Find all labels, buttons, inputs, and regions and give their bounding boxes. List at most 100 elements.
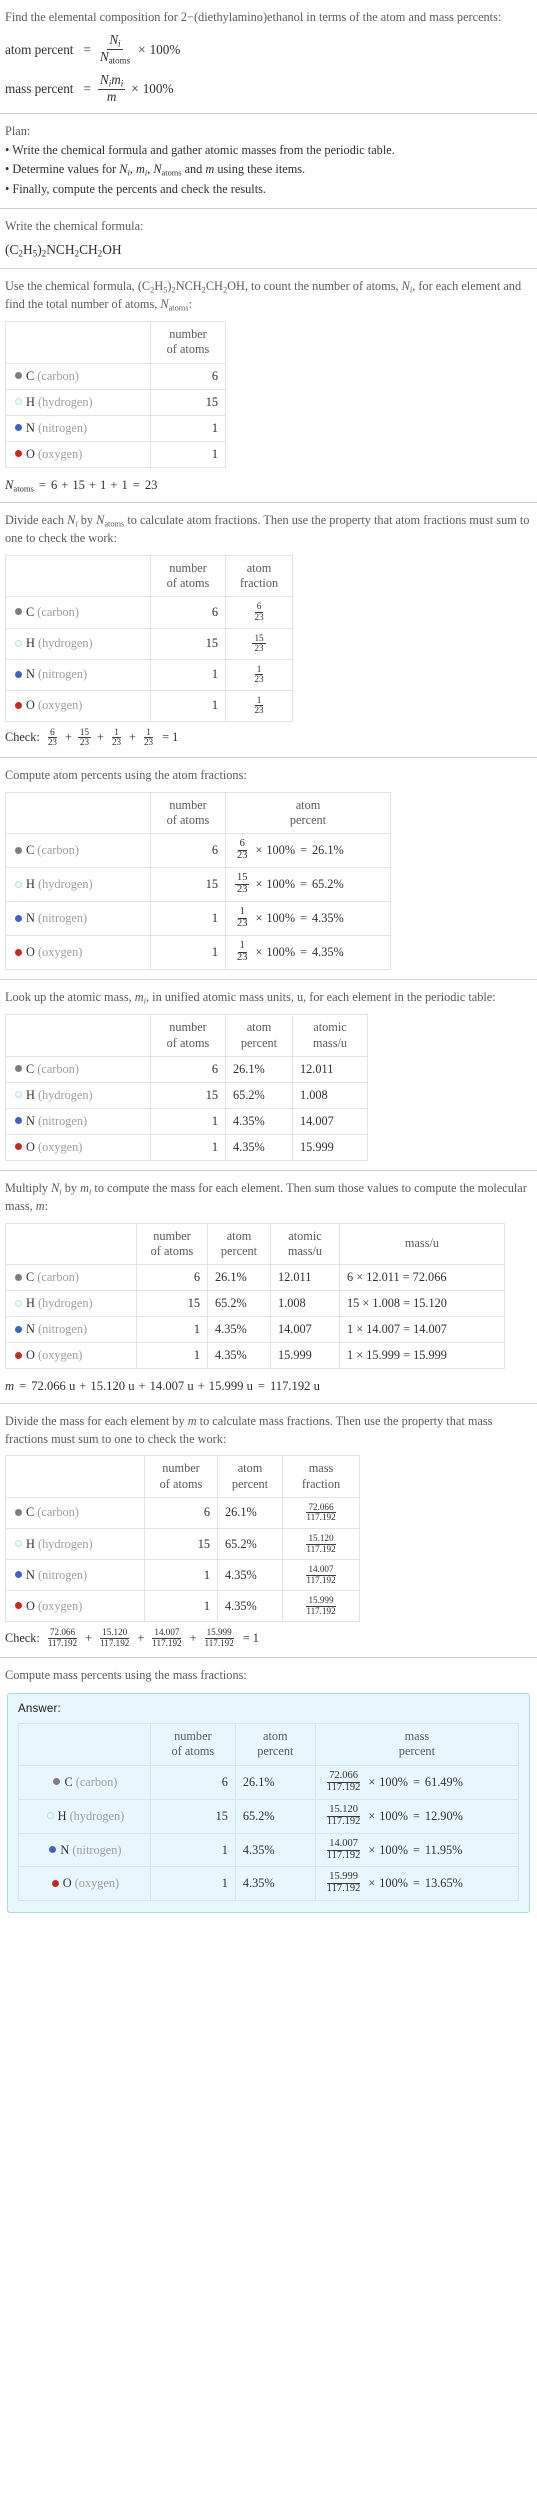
- equals-sign: =: [300, 945, 308, 959]
- atom-percent-calc-o: 1 23 × 100% = 4.35%: [225, 935, 391, 970]
- table-row: N (nitrogen) 1 4.35% 14.007 117.192: [5, 1559, 360, 1592]
- mass-table: number of atoms atom percent atomic mass…: [5, 1222, 505, 1370]
- fraction: 15.120 117.192: [100, 1627, 130, 1648]
- plus-sign: +: [79, 1379, 87, 1394]
- table-row: N (nitrogen) 1 4.35% 14.007: [5, 1107, 368, 1135]
- table-row: O (oxygen) 1 4.35% 15.999 117.192 × 100% =…: [18, 1866, 520, 1902]
- atom-percent-fraction: Ni Natoms: [98, 33, 132, 66]
- count-o: 1: [150, 440, 226, 468]
- term-3: 1: [100, 477, 107, 492]
- header-atom-percent: atom percent: [207, 1222, 271, 1266]
- atom-fraction-check: Check: 6 23 + 15 23 + 1 23 + 1 23 = 1: [5, 726, 532, 748]
- table-row: O (oxygen) 1: [5, 440, 226, 468]
- fraction: 15.999 117.192: [306, 1595, 336, 1616]
- answer-label: Answer:: [18, 1702, 61, 1715]
- table-row: H (hydrogen) 15 15 23: [5, 627, 293, 660]
- count-h: 15: [150, 867, 226, 903]
- mass-percent-value-o: 13.65%: [424, 1876, 463, 1891]
- equals-sign: =: [132, 477, 140, 492]
- header-element: [18, 1722, 151, 1766]
- count-c: 6: [150, 833, 226, 869]
- fraction: 15.999 117.192: [326, 1871, 361, 1895]
- atom-percent-n: 4.35%: [207, 1316, 271, 1344]
- mass-expr-o: 1 × 15.999 = 15.999: [339, 1342, 505, 1370]
- mass-term-3: 14.007 u: [149, 1379, 194, 1394]
- plus-sign: +: [138, 1379, 146, 1394]
- atom-percent-c: 26.1%: [234, 1764, 316, 1800]
- element-color-dot-icon: [46, 1812, 54, 1820]
- count-n: 1: [150, 658, 226, 691]
- term-2: 15: [72, 477, 85, 492]
- multiply-sign: ×: [255, 843, 263, 858]
- element-label-n: N (nitrogen): [5, 658, 151, 691]
- atom-fraction-c: 6 23: [225, 596, 293, 629]
- equals-sign: =: [412, 1774, 420, 1789]
- atom-percent-numerator: Ni: [107, 32, 123, 51]
- header-number-of-atoms: number of atoms: [150, 791, 226, 835]
- count-h: 15: [150, 388, 226, 416]
- table-row: H (hydrogen) 15 65.2% 15.120 117.192 × 100…: [18, 1798, 520, 1834]
- element-color-dot-icon: [15, 1143, 22, 1151]
- element-label-o: O (oxygen): [5, 935, 151, 970]
- element-label-o: O (oxygen): [5, 1590, 145, 1623]
- table-header: number of atoms atom fraction: [5, 554, 293, 598]
- atom-percent-o: 4.35%: [207, 1342, 271, 1370]
- atom-percent-denominator: Natoms: [99, 49, 131, 66]
- element-label-o: O (oxygen): [5, 689, 151, 722]
- mass-percent-value-c: 61.49%: [424, 1774, 463, 1789]
- mass-term-4: 15.999 u: [208, 1379, 253, 1394]
- count-h: 15: [144, 1527, 218, 1561]
- header-row: number of atoms atom fraction: [5, 554, 293, 598]
- atom-percent-definition: atom percent = Ni Natoms × 100%: [5, 33, 532, 66]
- equals-sign: =: [300, 843, 308, 858]
- count-c: 6: [136, 1264, 208, 1292]
- equals-sign: =: [412, 1808, 420, 1823]
- equals-sign: =: [83, 80, 91, 96]
- multiply-sign: ×: [368, 1808, 376, 1823]
- plus-sign: +: [85, 1630, 93, 1645]
- table-header: number of atoms: [5, 320, 226, 364]
- table-row: H (hydrogen) 15 15 23 × 100% = 65.2%: [5, 867, 391, 903]
- element-color-dot-icon: [15, 846, 22, 854]
- element-label-h: H (hydrogen): [5, 388, 151, 416]
- element-color-dot-icon: [15, 424, 22, 432]
- atom-percent-o: 4.35%: [225, 1133, 293, 1161]
- atomic-mass-c: 12.011: [292, 1055, 368, 1083]
- plus-sign: +: [197, 1379, 205, 1394]
- element-color-dot-icon: [15, 1571, 22, 1579]
- element-color-dot-icon: [49, 1846, 57, 1853]
- element-label-n: N (nitrogen): [5, 1107, 151, 1135]
- table-row: C (carbon) 6 6 23 × 100% = 26.1%: [5, 833, 391, 869]
- element-label-o: O (oxygen): [5, 440, 151, 468]
- fraction: 15 23: [77, 726, 91, 748]
- table-body: C (carbon) 6 6 23 H (hydrogen) 15 15 23 …: [5, 596, 293, 722]
- atom-fraction-section: Divide each Ni by Natoms to calculate at…: [0, 503, 537, 757]
- atomic-mass-o: 15.999: [270, 1342, 340, 1370]
- atom-percent-c: 26.1%: [225, 1055, 293, 1083]
- formula-section: Write the chemical formula: (C2H5)2NCH2C…: [0, 209, 537, 268]
- element-label-n: N (nitrogen): [5, 1316, 137, 1344]
- header-number-of-atoms: number of atoms: [136, 1222, 208, 1266]
- element-color-dot-icon: [15, 1299, 22, 1307]
- table-row: H (hydrogen) 15: [5, 388, 226, 416]
- element-label-n: N (nitrogen): [18, 1832, 151, 1868]
- element-color-dot-icon: [15, 880, 22, 888]
- atomic-mass-n: 14.007: [292, 1107, 368, 1135]
- header-row: number of atoms atom percent atomic mass…: [5, 1222, 505, 1266]
- fraction: 14.007 117.192: [306, 1564, 336, 1585]
- mass-percent-calc-n: 14.007 117.192 × 100% = 11.95%: [314, 1832, 520, 1868]
- element-color-dot-icon: [15, 948, 22, 956]
- table-row: C (carbon) 6 26.1% 72.066 117.192: [5, 1496, 360, 1529]
- element-label-n: N (nitrogen): [5, 1559, 145, 1592]
- count-n: 1: [136, 1316, 208, 1344]
- term-1: 6: [50, 477, 58, 492]
- count-c: 6: [149, 1764, 236, 1800]
- mass-percent-value-h: 12.90%: [424, 1808, 463, 1823]
- check-result: = 1: [162, 730, 179, 745]
- element-label-n: N (nitrogen): [5, 901, 151, 937]
- plan-bullet-1: • Write the chemical formula and gather …: [5, 143, 395, 158]
- mass-percent-value-n: 11.95%: [424, 1842, 463, 1857]
- atom-percent-table: number of atoms atom percent C (carbon) …: [5, 791, 391, 970]
- mass-percent-section: Compute mass percents using the mass fra…: [0, 1658, 537, 1923]
- table-row: C (carbon) 6: [5, 362, 226, 390]
